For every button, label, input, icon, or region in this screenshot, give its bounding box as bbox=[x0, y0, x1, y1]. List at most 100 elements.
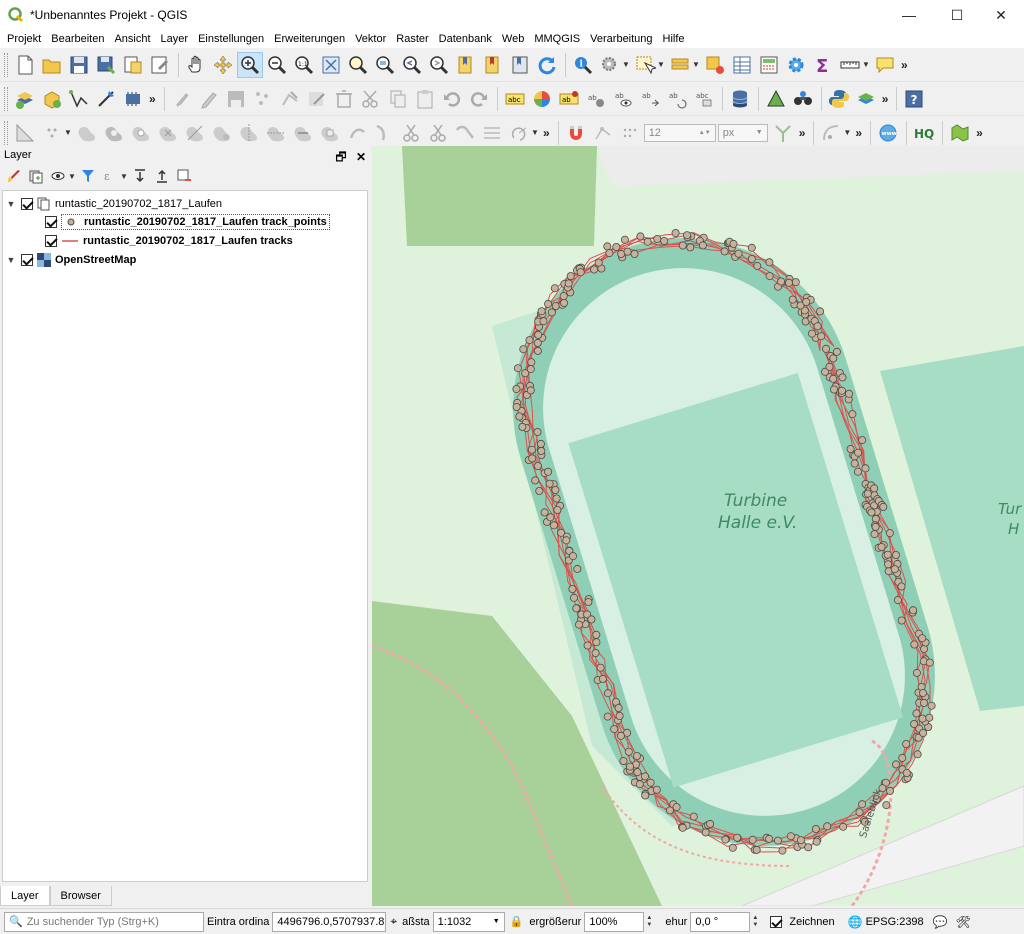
toolbar-grip[interactable] bbox=[4, 120, 8, 145]
chevron-down-icon[interactable]: ▼ bbox=[64, 128, 72, 137]
redo-button[interactable] bbox=[466, 86, 492, 112]
attribute-table-button[interactable] bbox=[729, 52, 755, 78]
layer-row-track-points[interactable]: runtastic_20190702_1817_Laufen track_poi… bbox=[41, 213, 330, 231]
toolbar-overflow-button[interactable]: » bbox=[976, 126, 983, 140]
pan-map-button[interactable] bbox=[183, 52, 209, 78]
help-button[interactable]: ? bbox=[901, 86, 927, 112]
maximize-button[interactable]: ☐ bbox=[934, 0, 980, 30]
measure-button[interactable] bbox=[837, 52, 863, 78]
map-canvas[interactable]: Turbine Halle e.V. Tur H Saaleblick bbox=[372, 146, 1024, 906]
statistics-button[interactable]: Σ bbox=[810, 52, 836, 78]
paste-features-button[interactable] bbox=[412, 86, 438, 112]
fill-ring-button[interactable] bbox=[101, 120, 127, 146]
show-hide-labels-button[interactable]: ab bbox=[610, 86, 636, 112]
log-tool-icon[interactable]: 🛠 bbox=[956, 915, 971, 929]
snap-unit-select[interactable]: px ▼ bbox=[717, 123, 768, 142]
toolbar-overflow-button[interactable]: » bbox=[799, 126, 806, 140]
rotate-label-button[interactable]: ab bbox=[664, 86, 690, 112]
data-source-manager-button[interactable] bbox=[12, 86, 38, 112]
add-part-button[interactable] bbox=[74, 120, 100, 146]
toolbar-grip[interactable] bbox=[4, 52, 8, 77]
zoom-native-button[interactable]: 1:1 bbox=[291, 52, 317, 78]
layer-diagram-button[interactable] bbox=[529, 86, 555, 112]
expand-all-button[interactable] bbox=[130, 166, 150, 186]
current-edits-button[interactable] bbox=[169, 86, 195, 112]
menu-datenbank[interactable]: Datenbank bbox=[434, 33, 497, 45]
shape-digitizing-button[interactable] bbox=[818, 120, 844, 146]
filter-expression-button[interactable]: ε bbox=[100, 166, 120, 186]
magnifier-spinner-icon[interactable]: ▲ ▼ bbox=[646, 912, 658, 932]
layer-track-points-checkbox[interactable] bbox=[45, 216, 57, 228]
reshape-features-button[interactable] bbox=[182, 120, 208, 146]
close-panel-icon[interactable]: ✕ bbox=[356, 150, 366, 164]
pan-to-selection-button[interactable] bbox=[210, 52, 236, 78]
toolbar-overflow-button[interactable]: » bbox=[882, 92, 889, 106]
map-tips-button[interactable] bbox=[872, 52, 898, 78]
add-point-feature-button[interactable] bbox=[250, 86, 276, 112]
cut-features-button[interactable] bbox=[358, 86, 384, 112]
rotate-feature-button[interactable] bbox=[506, 120, 532, 146]
minimize-button[interactable]: — bbox=[886, 0, 932, 30]
menu-layer[interactable]: Layer bbox=[156, 33, 194, 45]
snapping-toggle-button[interactable] bbox=[563, 120, 589, 146]
trim-lines-button[interactable] bbox=[425, 120, 451, 146]
show-bookmarks-button[interactable] bbox=[480, 52, 506, 78]
layer-group-row[interactable]: ▼ runtastic_20190702_1817_Laufen bbox=[5, 195, 222, 213]
add-vector-layer-button[interactable] bbox=[66, 86, 92, 112]
pin-unpin-labels-button[interactable]: ab bbox=[583, 86, 609, 112]
select-by-value-button[interactable] bbox=[667, 52, 693, 78]
coordinate-input[interactable]: 4496796.0,5707937.8 bbox=[272, 911, 387, 932]
chevron-down-icon[interactable]: ▼ bbox=[68, 172, 76, 181]
tab-browser[interactable]: Browser bbox=[49, 886, 112, 906]
identify-features-button[interactable]: i bbox=[570, 52, 596, 78]
highlight-pinned-labels-button[interactable]: ab bbox=[556, 86, 582, 112]
field-calculator-button[interactable] bbox=[756, 52, 782, 78]
plugin-triangle-button[interactable] bbox=[763, 86, 789, 112]
layer-row-tracks[interactable]: runtastic_20190702_1817_Laufen tracks bbox=[41, 232, 293, 250]
chevron-down-icon[interactable]: ▼ bbox=[692, 60, 700, 69]
style-manager-button[interactable] bbox=[4, 166, 24, 186]
split-features-button[interactable] bbox=[236, 120, 262, 146]
close-button[interactable]: ✕ bbox=[978, 0, 1024, 30]
zoom-in-button[interactable] bbox=[237, 51, 263, 78]
layer-group-checkbox[interactable] bbox=[21, 198, 33, 210]
python-console-button[interactable] bbox=[826, 86, 852, 112]
web-services-button[interactable]: www bbox=[875, 120, 901, 146]
rotation-input[interactable]: 0,0 ° bbox=[690, 911, 751, 932]
locator-search-input[interactable]: 🔍 Zu suchender Typ (Strg+K) bbox=[4, 911, 204, 932]
expand-arrow-icon[interactable]: ▼ bbox=[5, 199, 17, 209]
undock-icon[interactable]: 🗗 bbox=[335, 150, 346, 164]
new-layer-button[interactable] bbox=[39, 86, 65, 112]
vertex-tool-button[interactable] bbox=[277, 86, 303, 112]
toolbar-overflow-button[interactable]: » bbox=[855, 126, 862, 140]
zoom-to-layer-button[interactable] bbox=[372, 52, 398, 78]
chevron-down-icon[interactable]: ▼ bbox=[120, 172, 128, 181]
messages-icon[interactable]: 💬 bbox=[933, 915, 948, 929]
undo-button[interactable] bbox=[439, 86, 465, 112]
crs-globe-icon[interactable]: 🌐 bbox=[848, 915, 863, 929]
layer-labeling-button[interactable]: abc bbox=[502, 86, 528, 112]
modify-attributes-button[interactable] bbox=[304, 86, 330, 112]
save-project-button[interactable] bbox=[66, 52, 92, 78]
collapse-all-button[interactable] bbox=[152, 166, 172, 186]
delete-ring-button[interactable] bbox=[128, 120, 154, 146]
snap-vertex-button[interactable] bbox=[590, 120, 616, 146]
lock-scale-icon[interactable]: 🔒 bbox=[510, 915, 524, 928]
chevron-down-icon[interactable]: ▼ bbox=[622, 60, 630, 69]
snap-on-intersection-button[interactable] bbox=[770, 120, 796, 146]
open-project-button[interactable] bbox=[39, 52, 65, 78]
layout-manager-button[interactable] bbox=[147, 52, 173, 78]
plugin-metasearch-button[interactable] bbox=[790, 86, 816, 112]
save-as-button[interactable] bbox=[93, 52, 119, 78]
new-bookmark-button[interactable] bbox=[453, 52, 479, 78]
zoom-next-button[interactable] bbox=[426, 52, 452, 78]
toolbar-overflow-button[interactable]: » bbox=[149, 92, 156, 106]
menu-ansicht[interactable]: Ansicht bbox=[109, 33, 155, 45]
menu-erweiterungen[interactable]: Erweiterungen bbox=[269, 33, 350, 45]
remove-layer-button[interactable] bbox=[174, 166, 194, 186]
layer-osm-checkbox[interactable] bbox=[21, 254, 33, 266]
refresh-button[interactable] bbox=[534, 52, 560, 78]
toolbox-button[interactable] bbox=[783, 52, 809, 78]
copy-features-button[interactable] bbox=[385, 86, 411, 112]
offset-curve-button[interactable] bbox=[209, 120, 235, 146]
